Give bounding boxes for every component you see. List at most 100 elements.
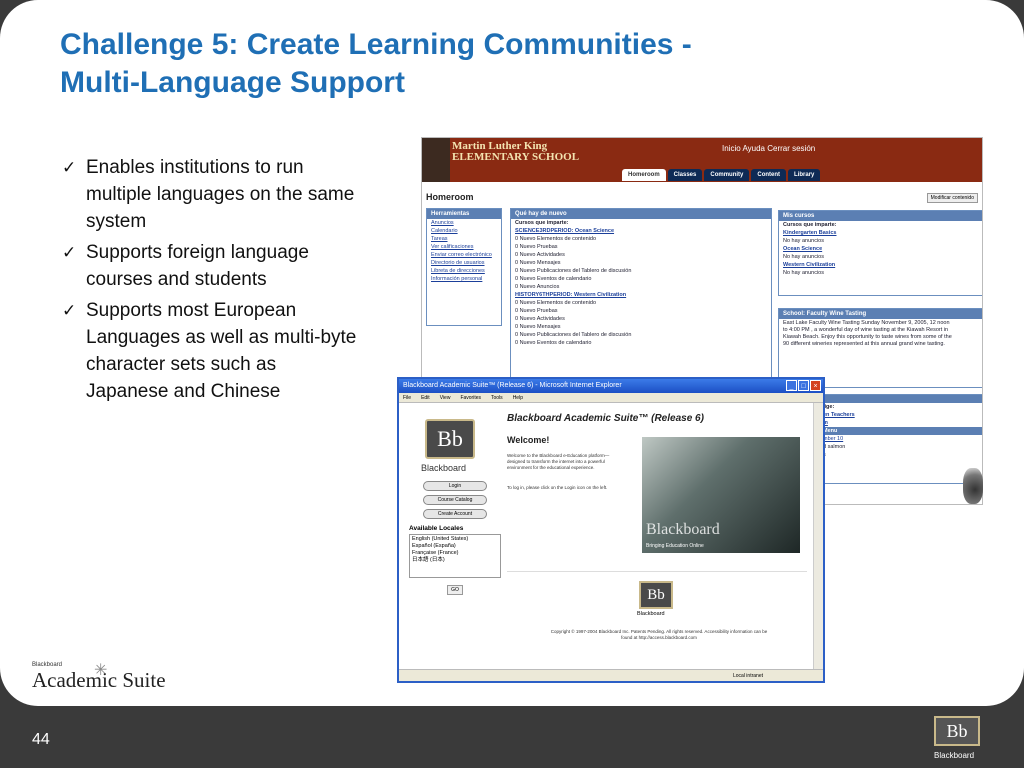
news-line: 0 Nuevo Elementos de contenido [515,300,597,306]
blackboard-footer-wordmark: Blackboard [637,611,665,617]
bullet-list: ✓ Enables institutions to run multiple la… [62,154,362,409]
menu-file[interactable]: File [403,395,411,401]
maximize-icon[interactable]: □ [798,380,809,391]
slide: Challenge 5: Create Learning Communities… [0,0,1024,768]
tool-link[interactable]: Directorio de usuarios [427,259,501,267]
course-catalog-button[interactable]: Course Catalog [423,495,487,505]
course-link[interactable]: Ocean Science [779,245,982,253]
check-icon: ✓ [62,301,77,320]
main-title: Blackboard Academic Suite™ (Release 6) [507,413,704,424]
news-line: 0 Nuevo Actividades [515,252,565,258]
browser-window: Blackboard Academic Suite™ (Release 6) -… [397,377,825,683]
window-content: Bb Blackboard Login Course Catalog Creat… [399,403,813,669]
welcome-text: Welcome to the Blackboard e-Education pl… [507,453,610,470]
slide-title-line1: Challenge 5: Create Learning Communities… [60,28,692,61]
tool-link[interactable]: Anuncios [427,219,501,227]
bullet-text: Supports foreign language courses and st… [86,242,309,290]
portrait-image [422,138,450,182]
divider [507,571,807,572]
check-icon: ✓ [62,158,77,177]
tool-link[interactable]: Información personal [427,275,501,283]
locales-heading: Available Locales [409,525,464,532]
locale-option[interactable]: Español (España) [412,543,498,550]
go-button[interactable]: GO [447,585,463,595]
menu-tools[interactable]: Tools [491,395,503,401]
menu-help[interactable]: Help [513,395,523,401]
tab-homeroom[interactable]: Homeroom [622,169,666,181]
tab-community[interactable]: Community [704,169,750,181]
slide-title-line2: Multi-Language Support [60,66,405,99]
tab-content[interactable]: Content [751,169,787,181]
locale-option[interactable]: 日本語 (日本) [412,557,498,564]
menu-favorites[interactable]: Favorites [460,395,481,401]
create-account-button[interactable]: Create Account [423,509,487,519]
scrollbar[interactable] [813,403,823,669]
window-title-bar: Blackboard Academic Suite™ (Release 6) -… [399,379,823,393]
blackboard-wordmark: Blackboard [421,463,467,473]
panel-corner-left [0,0,40,40]
courses-line: No hay anuncios [783,270,824,276]
news-line: 0 Nuevo Elementos de contenido [515,236,597,242]
menu-view[interactable]: View [440,395,451,401]
bullet-text: Enables institutions to run multiple lan… [86,157,355,232]
tools-module: Herramientas Anuncios Calendario Tareas … [426,208,502,326]
faculty-wine-module: School: Faculty Wine Tasting East Lake F… [778,308,982,388]
news-line: 0 Nuevo Actividades [515,316,565,322]
school-name: Martin Luther King ELEMENTARY SCHOOL [452,141,579,163]
locale-option[interactable]: Française (France) [412,550,498,557]
locale-option[interactable]: English (United States) [412,536,498,543]
news-line: 0 Nuevo Mensajes [515,324,561,330]
news-course-link[interactable]: SCIENCE3RDPERIOD: Ocean Science [511,227,771,235]
check-icon: ✓ [62,243,77,262]
window-controls: _ □ × [786,380,821,391]
faculty-wine-text: East Lake Faculty Wine Tasting Sunday No… [783,320,952,347]
tool-link[interactable]: Libreta de direcciones [427,267,501,275]
faculty-wine-header: School: Faculty Wine Tasting [779,309,982,319]
course-link[interactable]: Kindergarten Basics [779,229,982,237]
copyright-text: Copyright © 1997-2004 Blackboard Inc. Pa… [550,629,768,640]
menu-edit[interactable]: Edit [421,395,430,401]
news-line: Cursos que imparte: [515,220,569,226]
coffee-cup-image [963,468,983,504]
school-name-line2: ELEMENTARY SCHOOL [452,151,580,163]
news-line: 0 Nuevo Eventos de calendario [515,276,592,282]
status-zone: Local intranet [732,673,763,679]
status-bar: Local intranet [399,669,823,681]
my-courses-module: Mis cursos Cursos que imparte: Kindergar… [778,210,982,296]
news-line: 0 Nuevo Eventos de calendario [515,340,592,346]
tab-library[interactable]: Library [788,169,821,181]
courses-line: No hay anuncios [783,254,824,260]
my-courses-header: Mis cursos [779,211,982,221]
login-button[interactable]: Login [423,481,487,491]
tool-link[interactable]: Calendario [427,227,501,235]
portal-tabs: Homeroom Classes Community Content Libra… [622,169,821,181]
locales-list[interactable]: English (United States) Español (España)… [409,534,501,578]
star-icon: ✳ [94,662,108,679]
tool-link[interactable]: Enviar correo electrónico [427,251,501,259]
tab-classes[interactable]: Classes [667,169,703,181]
portal-page-title: Homeroom [426,192,474,202]
minimize-icon[interactable]: _ [786,380,797,391]
bullet-text: Supports most European Languages as well… [86,300,357,402]
header-icons[interactable]: Inicio Ayuda Cerrar sesión [722,144,815,153]
hero-logo: Blackboard [646,521,720,538]
news-line: 0 Nuevo Publicaciones del Tablero de dis… [515,268,632,274]
news-course-link[interactable]: HISTORY6THPERIOD: Western Civilization [511,291,771,299]
news-line: 0 Nuevo Publicaciones del Tablero de dis… [515,332,632,338]
portal-header: Martin Luther King ELEMENTARY SCHOOL Ini… [422,138,982,182]
bullet-item: ✓ Enables institutions to run multiple la… [62,154,362,235]
tool-link[interactable]: Ver calificaciones [427,243,501,251]
news-line: 0 Nuevo Mensajes [515,260,561,266]
courses-line: Cursos que imparte: [783,222,837,228]
welcome-heading: Welcome! [507,435,550,445]
course-link[interactable]: Western Civilization [779,261,982,269]
news-line: 0 Nuevo Pruebas [515,308,558,314]
bullet-item: ✓ Supports most European Languages as wel… [62,297,362,405]
blackboard-footer-logo: Bb [639,581,673,609]
page-number: 44 [32,731,50,748]
corner-blackboard-wordmark: Blackboard [934,751,975,760]
tool-link[interactable]: Tareas [427,235,501,243]
close-icon[interactable]: × [810,380,821,391]
tools-header: Herramientas [427,209,501,219]
modify-content-button[interactable]: Modificar contenido [926,193,978,203]
